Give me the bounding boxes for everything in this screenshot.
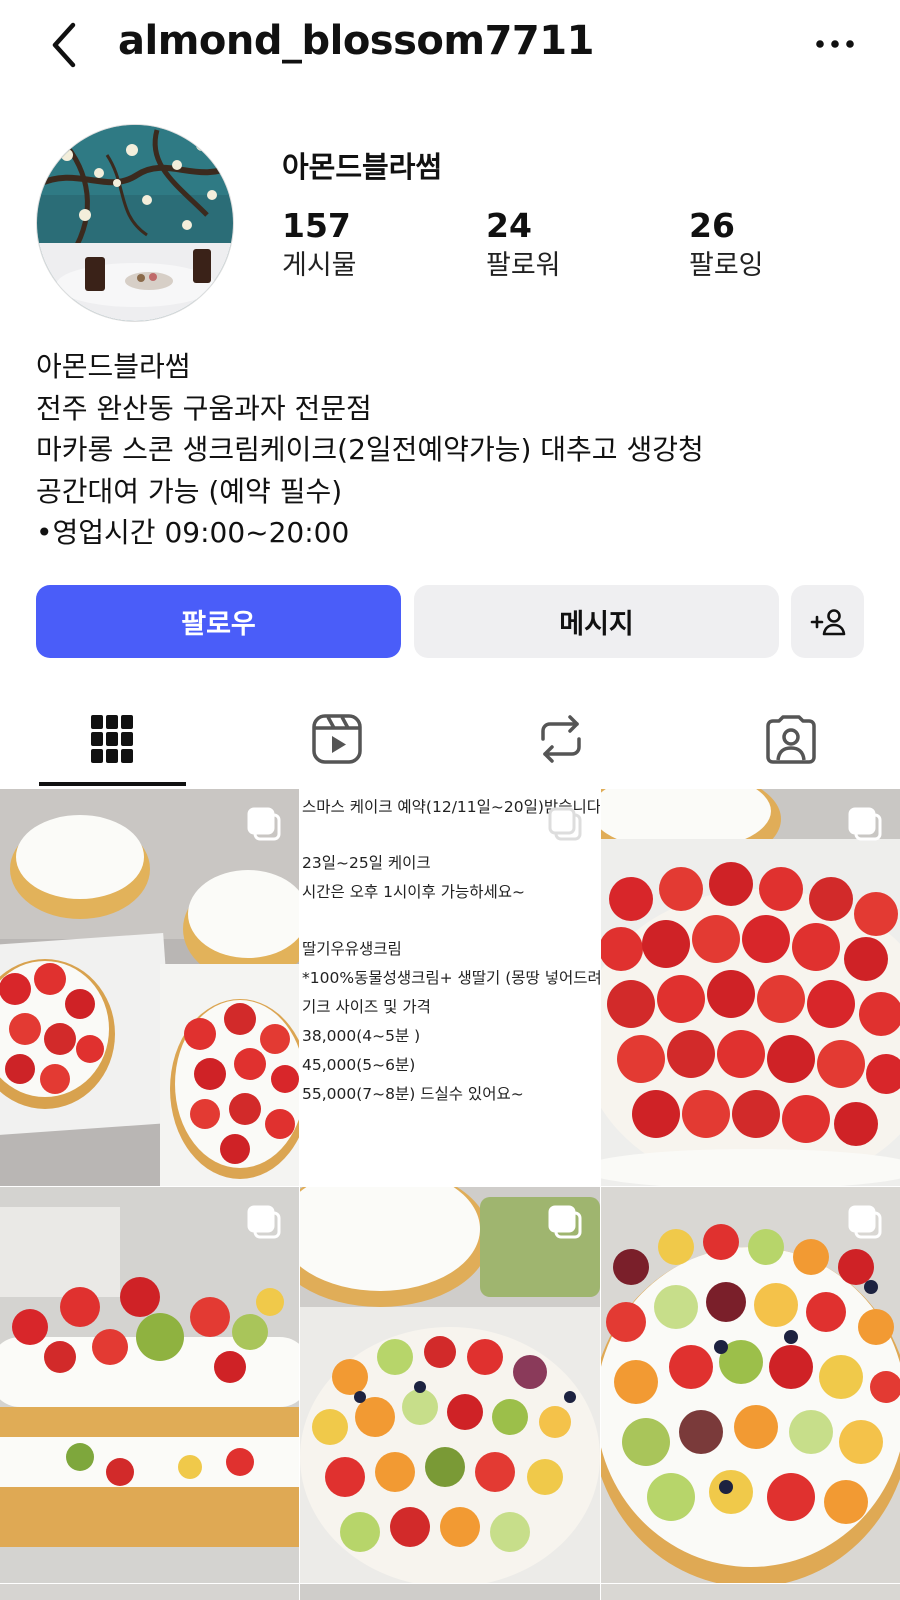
- profile-bio: 아몬드블라썸 전주 완산동 구움과자 전문점 마카롱 스콘 생크림케이크(2일전…: [36, 346, 866, 554]
- repost-icon: [541, 715, 581, 763]
- back-button[interactable]: [40, 20, 90, 70]
- tab-reposts[interactable]: [486, 690, 636, 788]
- following-label: 팔로잉: [689, 250, 764, 281]
- reels-icon: [312, 714, 362, 764]
- post-text-line: 45,000(5~6분): [302, 1056, 416, 1074]
- tab-reels[interactable]: [262, 690, 412, 788]
- post-thumbnail[interactable]: [601, 1187, 900, 1583]
- posts-stat[interactable]: 157 게시물: [282, 206, 357, 286]
- multiple-images-icon: [548, 1205, 582, 1239]
- bio-line: •영업시간 09:00~20:00: [36, 516, 350, 549]
- post-image: [601, 789, 900, 1186]
- bio-line: 아몬드블라썸: [36, 350, 191, 383]
- follow-button[interactable]: 팔로우: [36, 585, 401, 658]
- post-text-line: 시간은 오후 1시이후 가능하세요~: [302, 883, 526, 901]
- profile-avatar[interactable]: [36, 124, 234, 322]
- post-thumbnail[interactable]: [300, 1584, 600, 1600]
- multiple-images-icon: [848, 807, 882, 841]
- bio-line: 전주 완산동 구움과자 전문점: [36, 391, 372, 425]
- post-thumbnail[interactable]: [0, 789, 299, 1186]
- bio-line: 공간대여 가능 (예약 필수): [36, 474, 343, 508]
- following-stat[interactable]: 26 팔로잉: [689, 206, 764, 286]
- post-thumbnail[interactable]: [0, 1584, 299, 1600]
- more-options-button[interactable]: [810, 22, 860, 66]
- post-thumbnail[interactable]: [300, 1187, 600, 1583]
- add-person-icon: [810, 608, 845, 635]
- post-text-line: 23일~25일 케이크: [302, 854, 431, 872]
- post-thumbnail[interactable]: [0, 1187, 299, 1583]
- post-image: [0, 1187, 299, 1583]
- following-count: 26: [689, 206, 735, 245]
- post-text-line: 기크 사이즈 및 가격: [302, 998, 431, 1016]
- posts-grid: 스마스 케이크 예약(12/11일~20일)받습니다 23일~25일 케이크 시…: [0, 789, 900, 1600]
- post-thumbnail[interactable]: 스마스 케이크 예약(12/11일~20일)받습니다 23일~25일 케이크 시…: [300, 789, 600, 1186]
- post-image: [601, 1187, 900, 1583]
- profile-tabs: [0, 690, 900, 788]
- tagged-icon: [766, 715, 816, 764]
- grid-icon: [91, 715, 133, 763]
- multiple-images-icon: [247, 1205, 281, 1239]
- followers-stat[interactable]: 24 팔로워: [486, 206, 561, 286]
- post-text-line: 55,000(7~8분) 드실수 있어요~: [302, 1085, 524, 1103]
- multiple-images-icon: [247, 807, 281, 841]
- active-tab-indicator: [39, 782, 186, 786]
- tab-tagged[interactable]: [716, 690, 866, 788]
- message-button[interactable]: 메시지: [414, 585, 779, 658]
- profile-username: almond_blossom7711: [118, 18, 594, 64]
- chevron-left-icon: [52, 22, 76, 68]
- top-bar: almond_blossom7711: [0, 0, 900, 92]
- followers-label: 팔로워: [486, 250, 561, 281]
- multiple-images-icon: [548, 807, 582, 841]
- post-text-line: *100%동물성생크림+ 생딸기 (몽땅 넣어드려: [302, 969, 600, 987]
- followers-count: 24: [486, 206, 532, 245]
- post-text-line: 딸기우유생크림: [302, 940, 402, 958]
- display-name: 아몬드블라썸: [282, 150, 443, 184]
- multiple-images-icon: [848, 1205, 882, 1239]
- bio-line: 마카롱 스콘 생크림케이크(2일전예약가능) 대추고 생강청: [36, 433, 704, 466]
- tab-posts-grid[interactable]: [37, 690, 187, 788]
- post-image: [300, 1187, 600, 1583]
- post-thumbnail[interactable]: [601, 789, 900, 1186]
- post-text-line: 38,000(4~5분 ): [302, 1027, 421, 1045]
- posts-label: 게시물: [282, 250, 357, 281]
- post-image: [0, 789, 299, 1186]
- suggested-accounts-button[interactable]: [791, 585, 864, 658]
- post-thumbnail[interactable]: [601, 1584, 900, 1600]
- avatar-image: [37, 125, 233, 321]
- posts-count: 157: [282, 206, 351, 245]
- more-horizontal-icon: [816, 40, 854, 48]
